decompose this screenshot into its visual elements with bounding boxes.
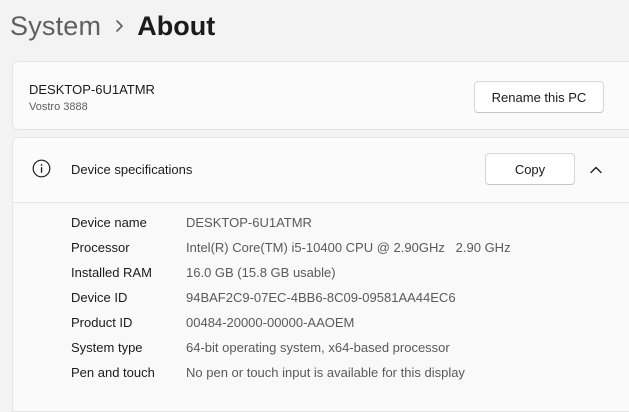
page-title: About [137,10,216,41]
rename-pc-button[interactable]: Rename this PC [474,81,604,113]
spec-label: System type [71,340,143,355]
device-specifications-header[interactable]: Device specifications Copy [13,138,629,203]
spec-label: Installed RAM [71,265,152,280]
spec-value: 00484-20000-00000-AAOEM [186,315,355,330]
spec-value: No pen or touch input is available for t… [186,365,465,380]
spec-value: DESKTOP-6U1ATMR [186,215,312,230]
spec-row-device-name: Device name DESKTOP-6U1ATMR [71,210,312,235]
spec-row-system-type: System type 64-bit operating system, x64… [71,335,450,360]
spec-value: 16.0 GB (15.8 GB usable) [186,265,336,280]
spec-label: Pen and touch [71,365,155,380]
spec-value: 64-bit operating system, x64-based proce… [186,340,450,355]
copy-button[interactable]: Copy [485,153,575,185]
breadcrumb: System About [10,6,215,46]
spec-label: Device name [71,215,147,230]
spec-value: Intel(R) Core(TM) i5-10400 CPU @ 2.90GHz… [186,240,511,255]
spec-row-device-id: Device ID 94BAF2C9-07EC-4BB6-8C09-09581A… [71,285,456,310]
pc-name: DESKTOP-6U1ATMR [29,82,155,97]
device-name-card: DESKTOP-6U1ATMR Vostro 3888 Rename this … [12,61,629,130]
spec-label: Device ID [71,290,128,305]
device-specifications-title: Device specifications [71,162,193,177]
spec-label: Product ID [71,315,133,330]
chevron-right-icon [101,19,137,33]
spec-value: 94BAF2C9-07EC-4BB6-8C09-09581AA44EC6 [186,290,456,305]
chevron-up-icon[interactable] [585,159,607,181]
pc-model: Vostro 3888 [29,101,88,113]
spec-row-product-id: Product ID 00484-20000-00000-AAOEM [71,310,354,335]
breadcrumb-system-link[interactable]: System [10,11,101,42]
device-specifications-card: Device specifications Copy Device name D… [12,137,629,412]
spec-row-installed-ram: Installed RAM 16.0 GB (15.8 GB usable) [71,260,336,285]
spec-label: Processor [71,240,130,255]
info-icon [32,159,51,178]
spec-row-processor: Processor Intel(R) Core(TM) i5-10400 CPU… [71,235,511,260]
spec-row-pen-and-touch: Pen and touch No pen or touch input is a… [71,360,465,385]
